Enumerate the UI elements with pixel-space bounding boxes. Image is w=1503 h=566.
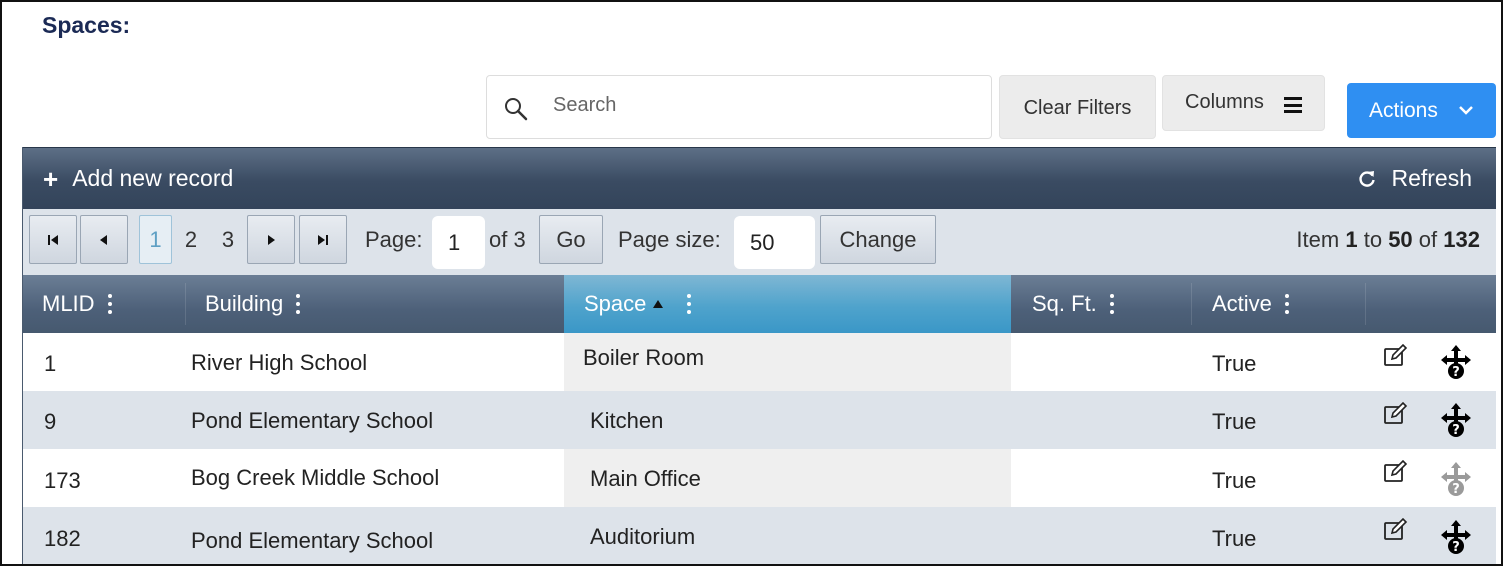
move-question-icon[interactable]: ? (1439, 519, 1473, 555)
page-label: Page: (365, 227, 423, 252)
grid-header: MLID Building Space Sq. Ft. Active (23, 275, 1496, 333)
search-input[interactable] (553, 88, 973, 122)
clear-filters-button[interactable]: Clear Filters (999, 75, 1156, 139)
table-row[interactable]: 9 Pond Elementary School Kitchen True ? (23, 391, 1496, 449)
cell-active: True (1212, 526, 1257, 551)
svg-text:?: ? (1452, 540, 1460, 555)
add-new-record-label: Add new record (72, 165, 234, 191)
cell-mlid: 182 (44, 526, 81, 551)
refresh-icon (1359, 170, 1376, 187)
app-frame: Spaces: Clear Filters Columns Actions + … (0, 0, 1503, 566)
edit-icon[interactable] (1383, 460, 1409, 484)
columns-button-label: Columns (1185, 90, 1264, 113)
svg-text:?: ? (1452, 423, 1460, 438)
search-icon (505, 98, 528, 121)
last-page-icon (318, 234, 328, 245)
edit-icon[interactable] (1383, 344, 1409, 368)
hamburger-icon (1284, 97, 1302, 113)
move-question-icon-disabled: ? (1441, 462, 1471, 497)
edit-icon[interactable] (1383, 518, 1409, 542)
refresh-label: Refresh (1391, 165, 1472, 191)
cell-active: True (1212, 409, 1257, 434)
cell-space: Auditorium (590, 524, 696, 549)
page-title: Spaces: (42, 12, 131, 38)
actions-button-label: Actions (1369, 98, 1438, 122)
cell-mlid: 9 (44, 409, 57, 434)
next-page-icon (268, 234, 275, 245)
change-page-size-button[interactable]: Change (820, 215, 936, 264)
cell-mlid: 173 (44, 468, 81, 493)
page-size-label: Page size: (618, 227, 721, 252)
first-page-icon (48, 234, 58, 245)
column-header-space[interactable]: Space (564, 275, 1011, 333)
cell-mlid: 1 (44, 351, 57, 376)
column-header-sqft[interactable]: Sq. Ft. (1011, 275, 1191, 333)
edit-icon[interactable] (1383, 402, 1409, 426)
item-range-info: Item 1 to 50 of 132 (1296, 227, 1480, 252)
page-number-2[interactable]: 2 (179, 215, 203, 264)
column-menu-icon[interactable] (107, 294, 113, 314)
cell-space: Boiler Room (583, 345, 705, 370)
sort-ascending-icon (653, 300, 664, 308)
chevron-down-icon (1459, 106, 1473, 115)
previous-page-button[interactable] (80, 215, 128, 264)
actions-button[interactable]: Actions (1347, 83, 1496, 138)
column-header-building[interactable]: Building (185, 275, 564, 333)
pager: 1 2 3 Page: of 3 Go Page size: Change It… (23, 209, 1496, 275)
refresh-button[interactable]: Refresh (1357, 165, 1472, 192)
page-number-3[interactable]: 3 (216, 215, 240, 264)
column-menu-icon[interactable] (1109, 294, 1115, 314)
spaces-grid: + Add new record Refresh 1 2 3 Page: 1 o… (22, 147, 1496, 564)
page-size-input[interactable] (734, 216, 815, 269)
svg-text:?: ? (1452, 482, 1460, 497)
previous-page-icon (100, 234, 107, 245)
cell-building: Bog Creek Middle School (191, 465, 440, 490)
move-question-icon[interactable]: ? (1439, 402, 1473, 438)
cell-space: Main Office (590, 466, 701, 491)
column-header-mlid[interactable]: MLID (23, 275, 185, 333)
grid-toolbar: + Add new record Refresh (23, 147, 1496, 209)
svg-text:?: ? (1452, 365, 1460, 380)
page-number-1[interactable]: 1 (139, 215, 172, 264)
cell-space: Kitchen (590, 408, 664, 433)
column-menu-icon[interactable] (295, 294, 301, 314)
go-button[interactable]: Go (539, 215, 603, 264)
cell-building: Pond Elementary School (191, 528, 434, 553)
plus-icon: + (43, 163, 59, 194)
page-input[interactable] (432, 216, 485, 269)
add-new-record-button[interactable]: + Add new record (43, 165, 233, 192)
table-row[interactable]: 182 Pond Elementary School Auditorium Tr… (23, 507, 1496, 564)
page-of-label: of 3 (489, 227, 526, 252)
cell-active: True (1212, 351, 1257, 376)
column-header-active[interactable]: Active (1191, 275, 1365, 333)
search-field[interactable] (486, 75, 992, 139)
first-page-button[interactable] (29, 215, 77, 264)
cell-building: Pond Elementary School (191, 408, 434, 433)
next-page-button[interactable] (247, 215, 295, 264)
column-menu-icon[interactable] (1284, 294, 1290, 314)
columns-button[interactable]: Columns (1162, 75, 1325, 131)
table-row[interactable]: 173 Bog Creek Middle School Main Office … (23, 449, 1496, 507)
table-row[interactable]: 1 River High School Boiler Room True ? (23, 333, 1496, 391)
cell-building: River High School (191, 350, 368, 375)
cell-active: True (1212, 468, 1257, 493)
last-page-button[interactable] (299, 215, 347, 264)
column-menu-icon[interactable] (686, 294, 692, 314)
move-question-icon[interactable]: ? (1439, 344, 1473, 380)
